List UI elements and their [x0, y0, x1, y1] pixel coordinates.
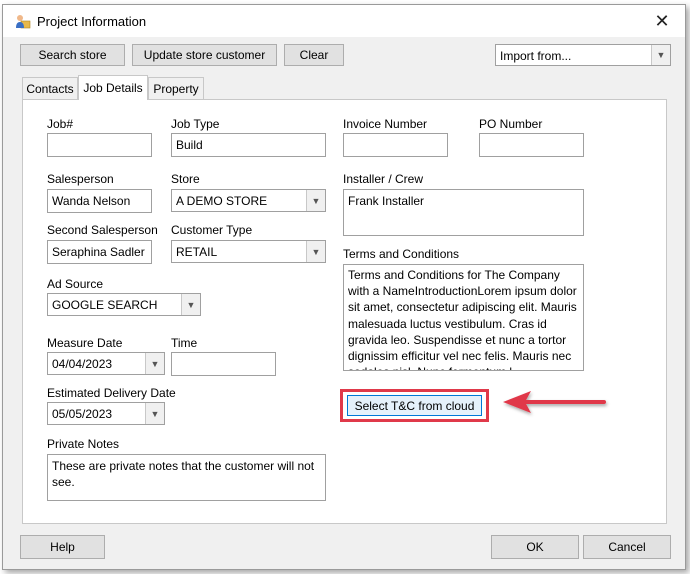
- private-notes-textarea[interactable]: These are private notes that the custome…: [47, 454, 326, 501]
- customer-type-label: Customer Type: [171, 223, 253, 237]
- select-tc-from-cloud-button[interactable]: Select T&C from cloud: [347, 395, 482, 416]
- close-button[interactable]: ✕: [647, 9, 677, 33]
- tab-job-details[interactable]: Job Details: [78, 75, 148, 100]
- measure-date-label: Measure Date: [47, 336, 123, 350]
- terms-textarea[interactable]: Terms and Conditions for The Company wit…: [343, 264, 584, 371]
- store-value: A DEMO STORE: [176, 194, 268, 208]
- terms-label: Terms and Conditions: [343, 247, 460, 261]
- customer-type-select[interactable]: RETAIL ▼: [171, 240, 326, 263]
- second-salesperson-input[interactable]: Seraphina Sadler: [47, 240, 152, 264]
- installer-crew-input[interactable]: Frank Installer: [343, 189, 584, 236]
- time-input[interactable]: [171, 352, 276, 376]
- red-arrow-icon: [503, 391, 606, 413]
- installer-crew-label: Installer / Crew: [343, 172, 424, 186]
- job-number-label: Job#: [47, 117, 74, 131]
- salesperson-input[interactable]: Wanda Nelson: [47, 189, 152, 213]
- window-title: Project Information: [37, 14, 147, 29]
- title-bar: Project Information ✕: [3, 5, 685, 37]
- job-number-input[interactable]: [47, 133, 152, 157]
- ad-source-label: Ad Source: [47, 277, 104, 291]
- ad-source-value: GOOGLE SEARCH: [52, 298, 158, 312]
- estimated-delivery-picker[interactable]: 05/05/2023 ▼: [47, 402, 165, 425]
- ad-source-select[interactable]: GOOGLE SEARCH ▼: [47, 293, 201, 316]
- select-tc-highlight: Select T&C from cloud: [340, 389, 489, 422]
- clear-button[interactable]: Clear: [284, 44, 344, 66]
- close-icon: ✕: [654, 10, 670, 31]
- search-store-button[interactable]: Search store: [20, 44, 125, 66]
- measure-date-value: 04/04/2023: [52, 357, 113, 371]
- chevron-down-icon: ▼: [181, 294, 200, 315]
- invoice-number-label: Invoice Number: [343, 117, 428, 131]
- po-number-label: PO Number: [479, 117, 543, 131]
- estimated-delivery-label: Estimated Delivery Date: [47, 386, 176, 400]
- help-button[interactable]: Help: [20, 535, 105, 559]
- private-notes-label: Private Notes: [47, 437, 120, 451]
- import-from-select[interactable]: Import from... ▼: [495, 44, 671, 66]
- measure-date-picker[interactable]: 04/04/2023 ▼: [47, 352, 165, 375]
- chevron-down-icon: ▼: [145, 353, 164, 374]
- job-type-label: Job Type: [171, 117, 220, 131]
- import-from-value: Import from...: [500, 49, 572, 63]
- store-select[interactable]: A DEMO STORE ▼: [171, 189, 326, 212]
- chevron-down-icon: ▼: [306, 241, 325, 262]
- salesperson-label: Salesperson: [47, 172, 114, 186]
- store-label: Store: [171, 172, 200, 186]
- update-store-customer-button[interactable]: Update store customer: [132, 44, 277, 66]
- ok-button[interactable]: OK: [491, 535, 579, 559]
- tab-property[interactable]: Property: [148, 77, 204, 99]
- chevron-down-icon: ▼: [145, 403, 164, 424]
- po-number-input[interactable]: [479, 133, 584, 157]
- second-salesperson-label: Second Salesperson: [47, 223, 158, 237]
- job-type-input[interactable]: Build: [171, 133, 326, 157]
- user-folder-icon: [16, 15, 31, 29]
- invoice-number-input[interactable]: [343, 133, 448, 157]
- chevron-down-icon: ▼: [651, 45, 670, 65]
- estimated-delivery-value: 05/05/2023: [52, 407, 113, 421]
- cancel-button[interactable]: Cancel: [583, 535, 671, 559]
- time-label: Time: [171, 336, 198, 350]
- chevron-down-icon: ▼: [306, 190, 325, 211]
- project-information-window: Project Information ✕ Search store Updat…: [2, 4, 686, 570]
- customer-type-value: RETAIL: [176, 245, 218, 259]
- tab-contacts[interactable]: Contacts: [22, 77, 78, 99]
